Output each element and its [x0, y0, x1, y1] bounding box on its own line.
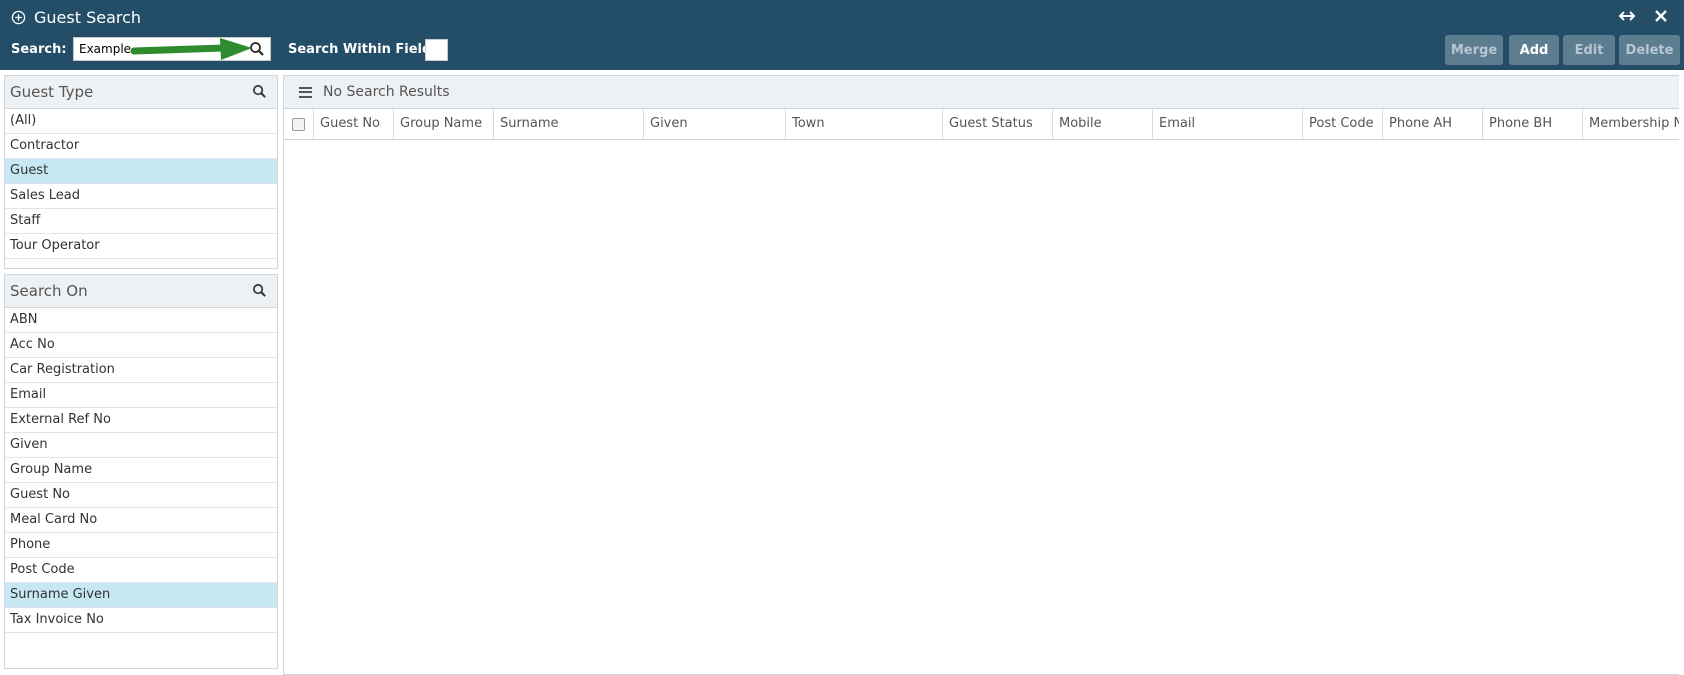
- results-panel: No Search Results Guest No Group Name Surn…: [283, 75, 1679, 675]
- search-icon[interactable]: [249, 41, 265, 57]
- search-on-item[interactable]: Meal Card No: [5, 508, 277, 533]
- search-on-list: ABN Acc No Car Registration Email External R…: [5, 308, 277, 633]
- select-all-cell: [284, 109, 314, 139]
- results-header: No Search Results: [284, 76, 1679, 109]
- search-on-panel: Search On ABN Acc No Car Registration Email…: [4, 274, 278, 669]
- search-on-header: Search On: [5, 275, 277, 308]
- column-header[interactable]: Mobile: [1053, 109, 1153, 139]
- window-title: Guest Search: [34, 7, 142, 27]
- search-on-title: Search On: [10, 282, 88, 300]
- guest-type-panel: Guest Type (All) Contractor Guest Sales Lea…: [4, 75, 278, 269]
- window-controls: [1618, 8, 1670, 24]
- search-on-item[interactable]: Post Code: [5, 558, 277, 583]
- column-header[interactable]: Given: [644, 109, 786, 139]
- column-header[interactable]: Guest No: [314, 109, 394, 139]
- guest-type-header: Guest Type: [5, 76, 277, 109]
- column-header[interactable]: Group Name: [394, 109, 494, 139]
- search-field[interactable]: [73, 37, 271, 61]
- search-on-item[interactable]: Group Name: [5, 458, 277, 483]
- column-header[interactable]: Post Code: [1303, 109, 1383, 139]
- search-on-item[interactable]: Email: [5, 383, 277, 408]
- guest-type-item[interactable]: (All): [5, 109, 277, 134]
- column-header[interactable]: Phone BH: [1483, 109, 1583, 139]
- guest-type-item[interactable]: Sales Lead: [5, 184, 277, 209]
- guest-type-item[interactable]: Staff: [5, 209, 277, 234]
- column-header[interactable]: Guest Status: [943, 109, 1053, 139]
- column-header[interactable]: Email: [1153, 109, 1303, 139]
- guest-type-item[interactable]: Tour Operator: [5, 234, 277, 259]
- results-column-header: Guest No Group Name Surname Given Town Guest …: [284, 109, 1679, 140]
- search-within-checkbox[interactable]: [425, 39, 448, 61]
- edit-button[interactable]: Edit: [1563, 35, 1615, 65]
- search-icon[interactable]: [252, 84, 267, 99]
- guest-type-title: Guest Type: [10, 83, 94, 101]
- search-icon[interactable]: [252, 283, 267, 298]
- guest-type-item[interactable]: Contractor: [5, 134, 277, 159]
- search-on-item[interactable]: Phone: [5, 533, 277, 558]
- add-button[interactable]: Add: [1509, 35, 1559, 65]
- close-icon[interactable]: [1652, 8, 1670, 24]
- search-on-item[interactable]: Given: [5, 433, 277, 458]
- column-header[interactable]: Membership N: [1583, 109, 1679, 139]
- search-on-item[interactable]: Guest No: [5, 483, 277, 508]
- column-header[interactable]: Town: [786, 109, 943, 139]
- search-on-item[interactable]: ABN: [5, 308, 277, 333]
- guest-type-item[interactable]: Guest: [5, 159, 277, 184]
- column-header[interactable]: Phone AH: [1383, 109, 1483, 139]
- search-on-item[interactable]: External Ref No: [5, 408, 277, 433]
- search-on-item[interactable]: Acc No: [5, 333, 277, 358]
- menu-icon[interactable]: [299, 86, 312, 98]
- merge-button[interactable]: Merge: [1445, 35, 1503, 65]
- search-input[interactable]: [79, 39, 239, 59]
- search-label: Search:: [11, 42, 67, 57]
- title-row: Guest Search: [11, 6, 141, 28]
- search-on-item[interactable]: Tax Invoice No: [5, 608, 277, 633]
- resize-icon[interactable]: [1618, 8, 1636, 24]
- select-all-checkbox[interactable]: [292, 117, 305, 131]
- add-circle-icon[interactable]: [11, 10, 26, 25]
- search-on-item[interactable]: Surname Given: [5, 583, 277, 608]
- guest-type-list: (All) Contractor Guest Sales Lead Staff Tour …: [5, 109, 277, 259]
- search-on-item[interactable]: Car Registration: [5, 358, 277, 383]
- results-status: No Search Results: [323, 84, 450, 100]
- search-within-label: Search Within Field:: [288, 42, 437, 57]
- delete-button[interactable]: Delete: [1619, 35, 1680, 65]
- column-header[interactable]: Surname: [494, 109, 644, 139]
- window-header: Guest Search Search: Search Within Field…: [0, 0, 1684, 70]
